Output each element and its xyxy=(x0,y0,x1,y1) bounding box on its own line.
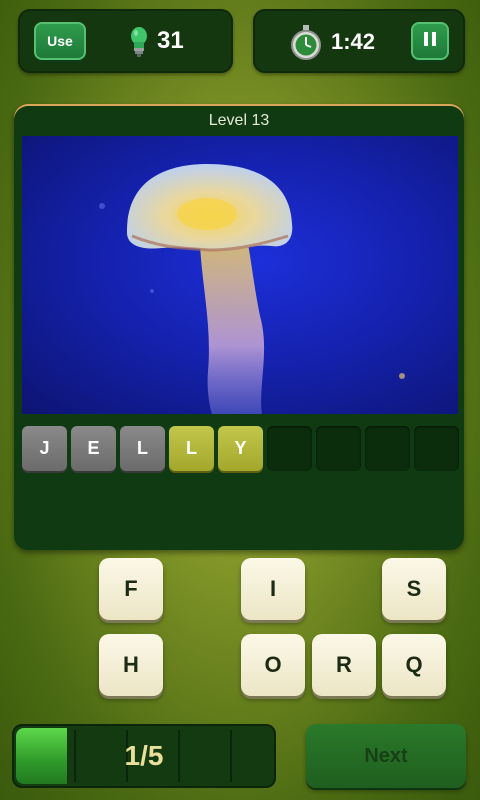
puzzle-card: Level 13 JELLY xyxy=(14,104,464,550)
answer-slot[interactable]: J xyxy=(22,426,67,471)
letter-key[interactable]: R xyxy=(312,634,376,696)
jellyfish-illustration xyxy=(99,164,405,414)
answer-slot[interactable]: E xyxy=(71,426,116,471)
letter-key[interactable]: Q xyxy=(382,634,446,696)
letter-key[interactable]: F xyxy=(99,558,163,620)
letter-key[interactable]: I xyxy=(241,558,305,620)
next-button[interactable]: Next xyxy=(306,724,466,788)
timer-panel: 1:42 xyxy=(253,9,465,73)
stopwatch-icon xyxy=(291,25,321,60)
pause-icon xyxy=(422,31,438,51)
level-progress-bar: 1/5 xyxy=(12,724,276,788)
hint-panel: Use 31 xyxy=(18,9,233,73)
answer-slot-empty xyxy=(365,426,410,471)
letter-key[interactable]: S xyxy=(382,558,446,620)
use-hint-button[interactable]: Use xyxy=(34,22,86,60)
answer-row: JELLY xyxy=(22,426,459,472)
answer-slot-empty xyxy=(414,426,459,471)
answer-slot-empty xyxy=(267,426,312,471)
letter-key[interactable]: O xyxy=(241,634,305,696)
hint-count: 31 xyxy=(157,27,184,54)
progress-label: 1/5 xyxy=(124,740,164,771)
letter-key[interactable]: H xyxy=(99,634,163,696)
timer-value: 1:42 xyxy=(331,29,376,54)
answer-slot-empty xyxy=(316,426,361,471)
level-title: Level 13 xyxy=(208,112,270,129)
lightbulb-icon xyxy=(131,27,147,57)
answer-slot[interactable]: L xyxy=(169,426,214,471)
answer-slot[interactable]: Y xyxy=(218,426,263,471)
pause-button[interactable] xyxy=(411,22,449,60)
puzzle-image xyxy=(22,136,458,414)
answer-slot[interactable]: L xyxy=(120,426,165,471)
